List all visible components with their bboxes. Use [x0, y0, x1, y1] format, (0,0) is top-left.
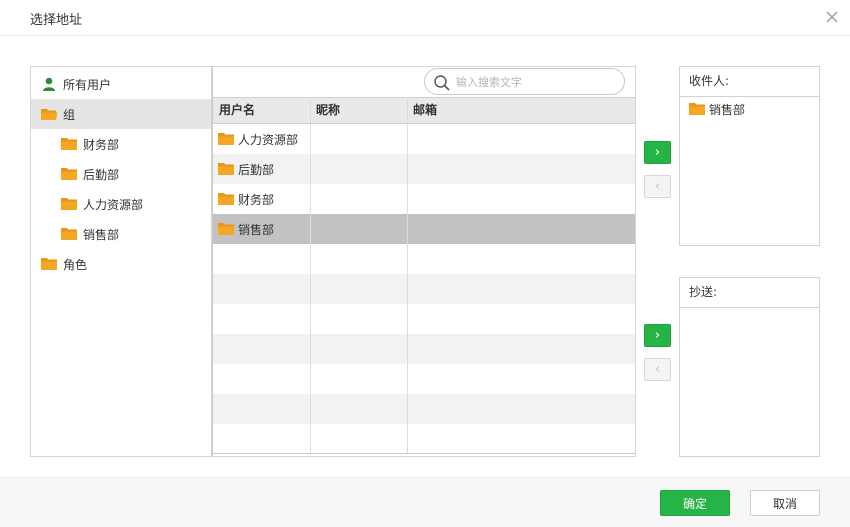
folder-icon	[689, 102, 706, 116]
group-tree: 所有用户 组 财务部 后勤部 人力资源部 销售部 角色	[30, 66, 212, 457]
tree-item-label: 组	[63, 107, 76, 122]
tree-item-finance[interactable]: 财务部	[31, 129, 211, 159]
empty-row	[213, 274, 635, 304]
row-name: 销售部	[238, 222, 275, 237]
cc-label: 抄送:	[680, 278, 819, 308]
tree-item-label: 财务部	[83, 137, 120, 152]
recipient-item[interactable]: 销售部	[680, 98, 819, 120]
dialog-header: 选择地址	[0, 0, 850, 36]
folder-icon	[61, 167, 78, 181]
column-header-username[interactable]: 用户名	[213, 98, 310, 123]
tree-item-label: 销售部	[83, 227, 120, 242]
cc-list[interactable]: 抄送:	[679, 277, 820, 457]
dialog-footer: 确定 取消	[0, 477, 850, 527]
cell-username: 人力资源部	[213, 131, 298, 148]
cell-username: 财务部	[213, 191, 274, 208]
cell-username: 后勤部	[213, 161, 274, 178]
search-input[interactable]	[456, 73, 616, 91]
table-row[interactable]: 人力资源部	[213, 124, 635, 154]
user-icon	[41, 77, 58, 91]
tree-item-logistics[interactable]: 后勤部	[31, 159, 211, 189]
tree-item-sales[interactable]: 销售部	[31, 219, 211, 249]
column-divider	[310, 97, 311, 453]
table-row-selected[interactable]: 销售部	[213, 214, 635, 244]
empty-row	[213, 304, 635, 334]
recipients-list[interactable]: 收件人: 销售部	[679, 66, 820, 246]
add-to-recipients-button[interactable]: ›	[644, 141, 671, 164]
tree-item-all-users[interactable]: 所有用户	[31, 69, 211, 99]
folder-icon	[61, 227, 78, 241]
tree-item-roles[interactable]: 角色	[31, 249, 211, 279]
add-to-cc-button[interactable]: ›	[644, 324, 671, 347]
recipients-label: 收件人:	[680, 67, 819, 97]
close-icon[interactable]	[824, 9, 840, 25]
row-name: 财务部	[238, 192, 275, 207]
remove-from-recipients-button[interactable]: ‹	[644, 175, 671, 198]
column-header-nickname[interactable]: 昵称	[310, 98, 407, 123]
row-name: 后勤部	[238, 162, 275, 177]
cell-username: 销售部	[213, 221, 274, 238]
remove-from-cc-button[interactable]: ‹	[644, 358, 671, 381]
tree-item-label: 后勤部	[83, 167, 120, 182]
folder-icon	[218, 162, 235, 176]
search-box	[424, 68, 625, 95]
search-icon	[434, 75, 450, 91]
empty-row	[213, 394, 635, 424]
tree-item-label: 所有用户	[63, 77, 112, 92]
dialog-title: 选择地址	[30, 13, 83, 28]
confirm-button[interactable]: 确定	[660, 490, 730, 516]
folder-icon	[41, 257, 58, 271]
tree-item-label: 角色	[63, 257, 88, 272]
tree-item-hr[interactable]: 人力资源部	[31, 189, 211, 219]
table-header: 用户名 昵称 邮箱	[213, 97, 635, 124]
table-scroll-edge	[213, 453, 635, 454]
column-divider	[407, 97, 408, 453]
row-name: 人力资源部	[238, 132, 299, 147]
member-table: 用户名 昵称 邮箱 人力资源部 后勤部 财务部 销售部	[212, 66, 636, 457]
folder-icon	[218, 192, 235, 206]
column-header-email[interactable]: 邮箱	[407, 98, 635, 123]
table-row[interactable]: 财务部	[213, 184, 635, 214]
empty-row	[213, 424, 635, 454]
empty-row	[213, 244, 635, 274]
empty-row	[213, 364, 635, 394]
tree-item-groups[interactable]: 组	[31, 99, 211, 129]
folder-icon	[218, 222, 235, 236]
tree-item-label: 人力资源部	[83, 197, 144, 212]
folder-open-icon	[41, 107, 58, 121]
cancel-button[interactable]: 取消	[750, 490, 820, 516]
folder-icon	[218, 132, 235, 146]
folder-icon	[61, 197, 78, 211]
table-row[interactable]: 后勤部	[213, 154, 635, 184]
empty-row	[213, 334, 635, 364]
recipient-name: 销售部	[709, 102, 746, 117]
folder-icon	[61, 137, 78, 151]
